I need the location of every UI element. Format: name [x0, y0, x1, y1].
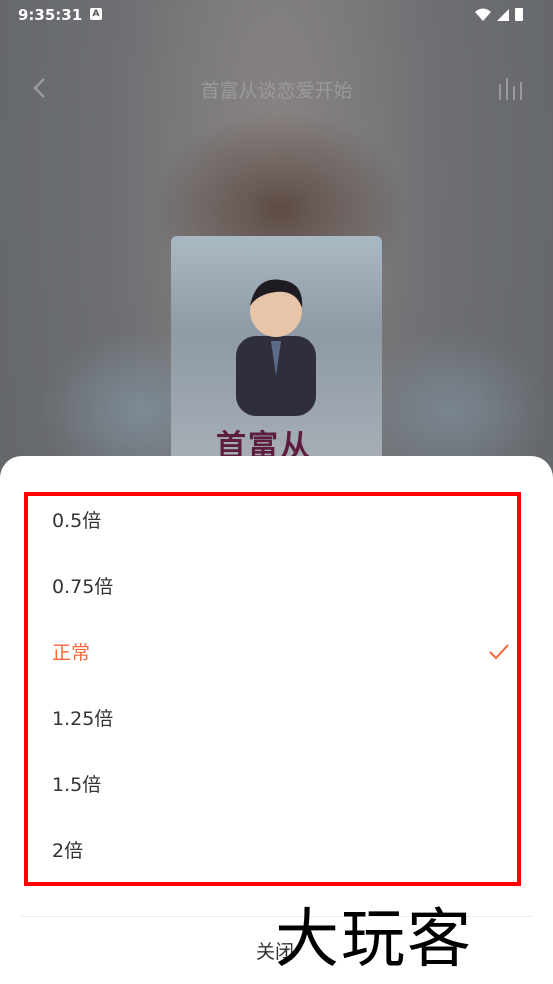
wifi-icon: [475, 8, 491, 21]
top-bar: 首富从谈恋爱开始: [0, 66, 553, 110]
equalizer-icon[interactable]: [497, 74, 525, 106]
notification-icon: A: [90, 8, 102, 20]
cover-character-illustration: [236, 279, 316, 416]
page-title: 首富从谈恋爱开始: [200, 80, 353, 102]
playback-speed-sheet: 0.5倍 0.75倍 正常 1.25倍 1.5倍 2倍 关闭 大玩客: [0, 456, 553, 984]
watermark-text: 大玩客: [275, 903, 473, 977]
status-icons: [473, 6, 537, 28]
signal-icon: [497, 9, 509, 21]
status-time: 9:35:31: [18, 6, 83, 24]
status-bar: 9:35:31 A: [0, 0, 553, 30]
battery-icon: [515, 8, 523, 21]
book-cover: 首富从: [171, 236, 382, 476]
red-highlight-box: [24, 492, 521, 886]
